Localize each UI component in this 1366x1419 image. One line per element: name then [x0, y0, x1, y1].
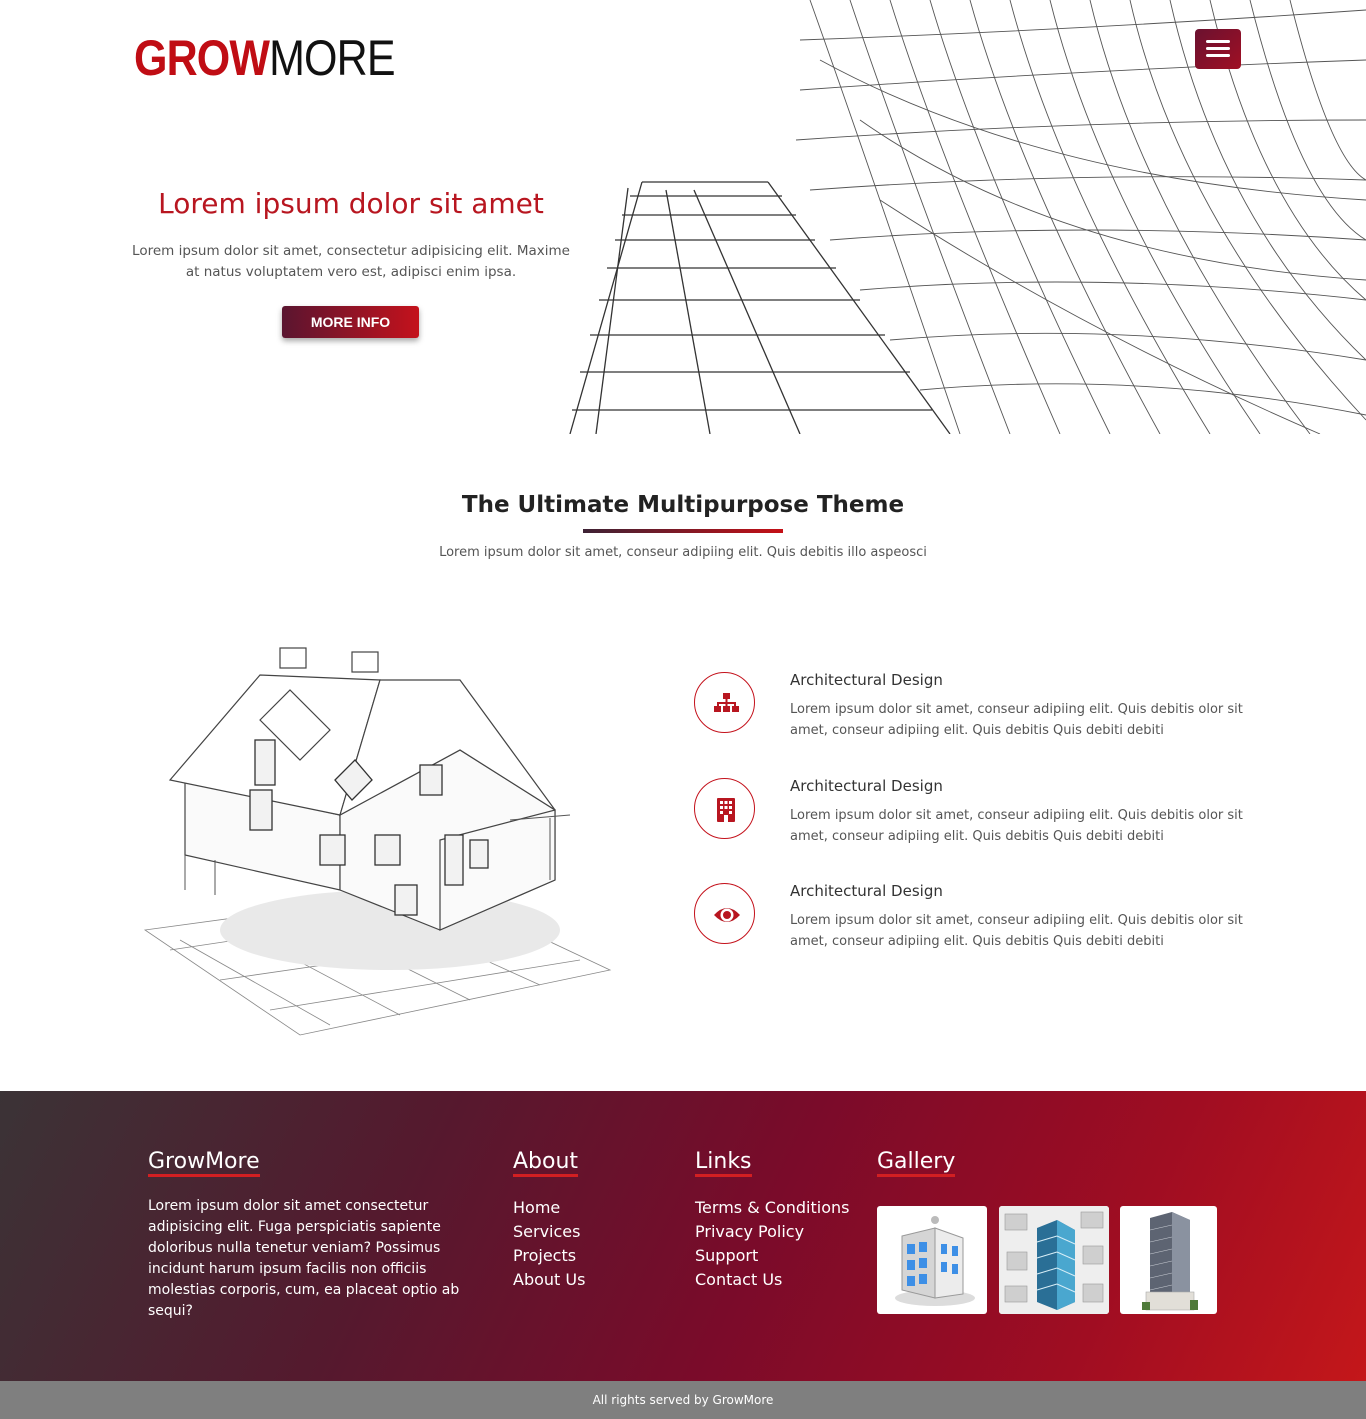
footer-heading: Gallery: [877, 1149, 956, 1183]
footer-about-text: Lorem ipsum dolor sit amet consectetur a…: [148, 1198, 460, 1319]
footer-heading-text: GrowMore: [148, 1149, 260, 1174]
feature-description: Lorem ipsum dolor sit amet, conseur adip…: [790, 808, 1243, 844]
footer-gallery-column: Gallery: [877, 1149, 956, 1183]
site-footer: GrowMore Lorem ipsum dolor sit amet cons…: [0, 1091, 1366, 1381]
footer-nav-column: About Home Services Projects About Us: [513, 1149, 585, 1292]
footer-link-home[interactable]: Home: [513, 1196, 585, 1220]
copyright-bar: All rights served by GrowMore: [0, 1381, 1366, 1419]
feature-item: Architectural Design Lorem ipsum dolor s…: [694, 777, 1254, 858]
footer-heading-underline: [513, 1174, 579, 1177]
feature-description: Lorem ipsum dolor sit amet, conseur adip…: [790, 702, 1243, 738]
feature-item: Architectural Design Lorem ipsum dolor s…: [694, 882, 1254, 963]
footer-heading: GrowMore: [148, 1149, 260, 1183]
gallery-image-office-building[interactable]: [877, 1206, 987, 1314]
house-sketch-illustration: [143, 647, 612, 1036]
skyscraper-icon: [1142, 1212, 1198, 1311]
building-icon: [717, 798, 735, 822]
feature-icon-circle: [694, 883, 755, 944]
logo-text-grow: GROW: [134, 30, 270, 86]
feature-title: Architectural Design: [790, 777, 943, 795]
footer-heading-underline: [695, 1174, 752, 1177]
footer-links-column: Links Terms & Conditions Privacy Policy …: [695, 1149, 849, 1292]
footer-heading-text: About: [513, 1149, 579, 1174]
footer-link-about-us[interactable]: About Us: [513, 1268, 585, 1292]
menu-button[interactable]: [1195, 29, 1241, 69]
section-title: The Ultimate Multipurpose Theme: [461, 492, 905, 518]
footer-link-projects[interactable]: Projects: [513, 1244, 585, 1268]
logo-text-more: MORE: [269, 30, 395, 86]
hero-section: GROWMORE Lorem ipsum dolor sit amet Lore…: [0, 0, 1366, 434]
hamburger-icon-bar: [1206, 47, 1230, 50]
footer-link-contact[interactable]: Contact Us: [695, 1268, 849, 1292]
wireframe-building-illustration: [569, 0, 1366, 434]
hamburger-icon: [1206, 40, 1230, 43]
feature-icon-circle: [694, 778, 755, 839]
feature-item: Architectural Design Lorem ipsum dolor s…: [694, 671, 1254, 752]
feature-title: Architectural Design: [790, 882, 943, 900]
footer-link-terms[interactable]: Terms & Conditions: [695, 1196, 849, 1220]
footer-link-privacy[interactable]: Privacy Policy: [695, 1220, 849, 1244]
site-logo[interactable]: GROWMORE: [134, 30, 396, 86]
eye-icon: [714, 908, 740, 922]
section-subtitle: Lorem ipsum dolor sit amet, conseur adip…: [439, 545, 927, 560]
footer-heading-text: Gallery: [877, 1149, 956, 1174]
sitemap-icon: [714, 693, 739, 712]
feature-icon-circle: [694, 672, 755, 733]
feature-title: Architectural Design: [790, 671, 943, 689]
hamburger-icon-bar: [1206, 54, 1230, 57]
footer-links-list: Terms & Conditions Privacy Policy Suppor…: [695, 1196, 849, 1292]
gallery-image-glass-tower[interactable]: [999, 1206, 1109, 1314]
footer-heading: About: [513, 1149, 579, 1183]
office-building-icon: [895, 1216, 975, 1306]
footer-about-column: GrowMore Lorem ipsum dolor sit amet cons…: [148, 1149, 494, 1322]
more-info-button[interactable]: MORE INFO: [282, 306, 419, 338]
footer-nav-list: Home Services Projects About Us: [513, 1196, 585, 1292]
hero-title: Lorem ipsum dolor sit amet: [158, 187, 544, 220]
footer-heading-underline: [877, 1174, 956, 1177]
footer-heading: Links: [695, 1149, 752, 1183]
gallery-image-skyscraper[interactable]: [1120, 1206, 1217, 1314]
footer-heading-text: Links: [695, 1149, 752, 1174]
footer-link-support[interactable]: Support: [695, 1244, 849, 1268]
feature-description: Lorem ipsum dolor sit amet, conseur adip…: [790, 913, 1243, 949]
glass-tower-icon: [999, 1206, 1109, 1314]
footer-heading-underline: [148, 1174, 260, 1177]
hero-description: Lorem ipsum dolor sit amet, consectetur …: [132, 243, 570, 280]
title-underline: [583, 529, 783, 533]
footer-link-services[interactable]: Services: [513, 1220, 585, 1244]
